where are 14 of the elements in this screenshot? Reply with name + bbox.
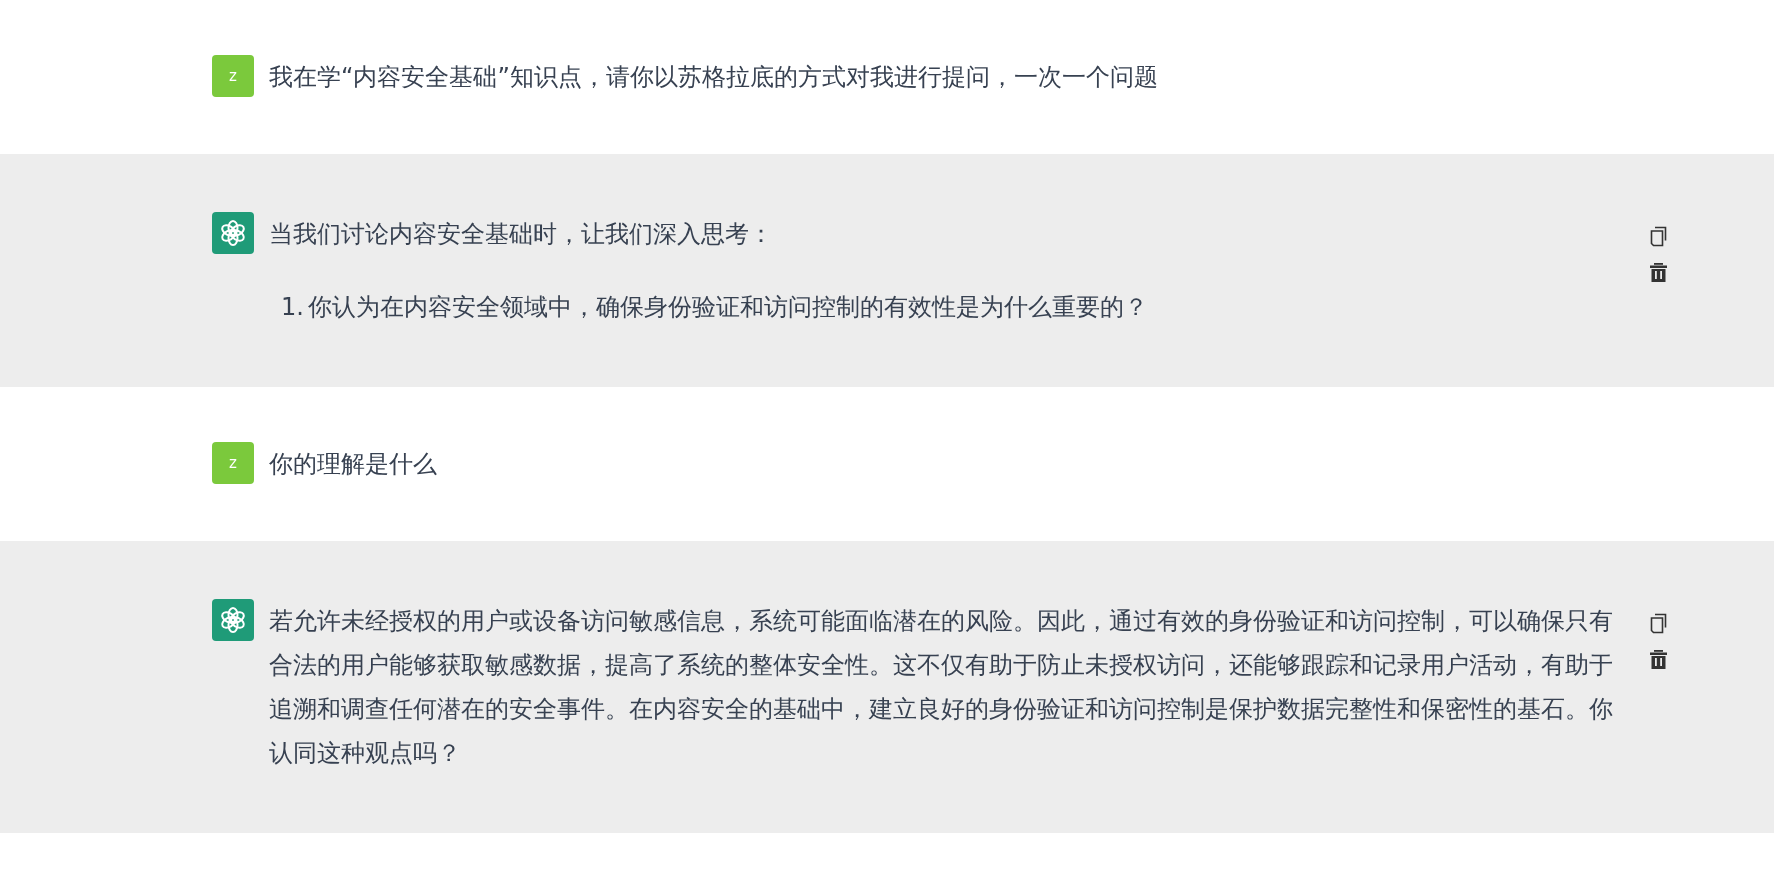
logo-icon [218,605,248,635]
user-avatar: z [212,442,254,484]
logo-icon [218,218,248,248]
trash-icon[interactable] [1650,650,1667,669]
message-text: 你的理解是什么 [269,449,438,480]
copy-icon[interactable] [1650,613,1667,634]
message-text: 我在学“内容安全基础”知识点，请你以苏格拉底的方式对我进行提问，一次一个问题 [269,62,1159,93]
message-text: 若允许未经授权的用户或设备访问敏感信息，系统可能面临潜在的风险。因此，通过有效的身份验证和访问控制，可以确保只有合法的用户能够获取敏感数据，提高了系统的整体安全性。这不仅有助于防止未授权访问，还能够跟踪和记录用户活动，有助于追溯和调查任何潜在的安全事件。在内容安全的基础中，建立良好的身份验证和访问控制是保护数据完整性和保密性的基石。你认同这种观点吗？ [269,606,1614,769]
user-avatar: z [212,55,254,97]
list-item-text: 你认为在内容安全领域中，确保身份验证和访问控制的有效性是为什么重要的？ [307,292,1148,323]
trash-icon[interactable] [1650,263,1667,282]
list-number: 1. [281,292,304,323]
message-text: 当我们讨论内容安全基础时，让我们深入思考： [269,219,774,250]
copy-icon[interactable] [1650,226,1667,247]
